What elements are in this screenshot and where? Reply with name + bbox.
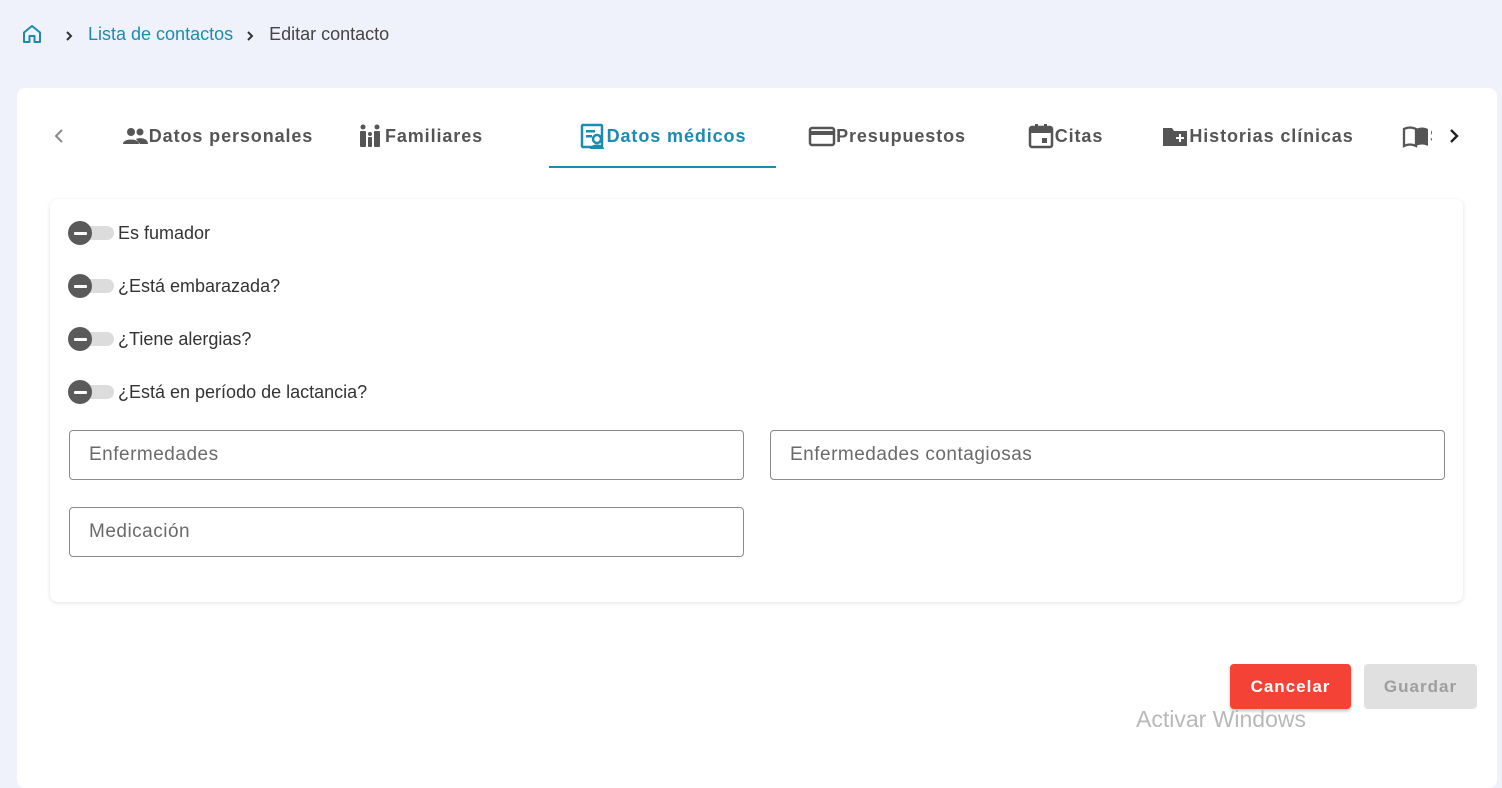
medication-input[interactable] [69,507,744,557]
calendar-icon [1028,124,1053,149]
home-icon[interactable] [20,22,44,46]
pregnant-toggle[interactable] [68,273,114,299]
tab-familiares[interactable]: Familiares [340,106,500,166]
toggle-label: ¿Tiene alergias? [118,328,252,349]
tab-presupuestos[interactable]: Presupuestos [807,106,967,166]
tab-strip: Datos personales Familiares Datos médico… [97,106,1432,168]
credit-card-icon [808,126,836,147]
minus-icon [68,327,92,351]
contagious-diseases-input[interactable] [770,430,1445,480]
chevron-right-icon [243,27,257,41]
smoker-toggle[interactable] [68,220,114,246]
tab-bar: Datos personales Familiares Datos médico… [47,106,1477,168]
toggle-label: Es fumador [118,222,211,243]
chevron-right-icon [62,27,76,41]
cancel-button[interactable]: Cancelar [1230,664,1351,709]
medical-record-icon [580,123,604,149]
minus-icon [68,221,92,245]
chevron-right-icon[interactable] [1442,124,1466,148]
tab-datos-personales[interactable]: Datos personales [107,106,327,166]
tab-citas[interactable]: Citas [1025,106,1105,166]
main-card: Datos personales Familiares Datos médico… [17,88,1497,788]
lactation-toggle[interactable] [68,379,114,405]
people-icon [122,128,148,144]
minus-icon [68,274,92,298]
book-icon [1402,126,1428,148]
tab-se[interactable]: Se [1402,106,1432,166]
save-button[interactable]: Guardar [1364,664,1477,709]
toggle-row-lactancia: ¿Está en período de lactancia? [68,379,367,405]
toggle-row-fumador: Es fumador [68,220,210,246]
family-icon [359,124,380,147]
toggle-label: ¿Está embarazada? [118,275,281,296]
medical-data-panel: Es fumador ¿Está embarazada? ¿Tiene aler… [50,199,1463,602]
breadcrumb-link-contact-list[interactable]: Lista de contactos [88,24,233,45]
tab-historias-clinicas[interactable]: Historias clínicas [1160,106,1355,166]
chevron-left-icon[interactable] [47,124,71,148]
diseases-input[interactable] [69,430,744,480]
toggle-row-alergias: ¿Tiene alergias? [68,326,251,352]
breadcrumb-current: Editar contacto [269,23,390,44]
folder-add-icon [1163,128,1188,146]
windows-activation-watermark: Activar Windows [1136,706,1306,732]
breadcrumb: Lista de contactos Editar contacto [20,20,389,48]
allergies-toggle[interactable] [68,326,114,352]
tab-datos-medicos[interactable]: Datos médicos [549,106,776,168]
toggle-label: ¿Está en período de lactancia? [118,381,368,402]
minus-icon [68,380,92,404]
toggle-row-embarazada: ¿Está embarazada? [68,273,280,299]
